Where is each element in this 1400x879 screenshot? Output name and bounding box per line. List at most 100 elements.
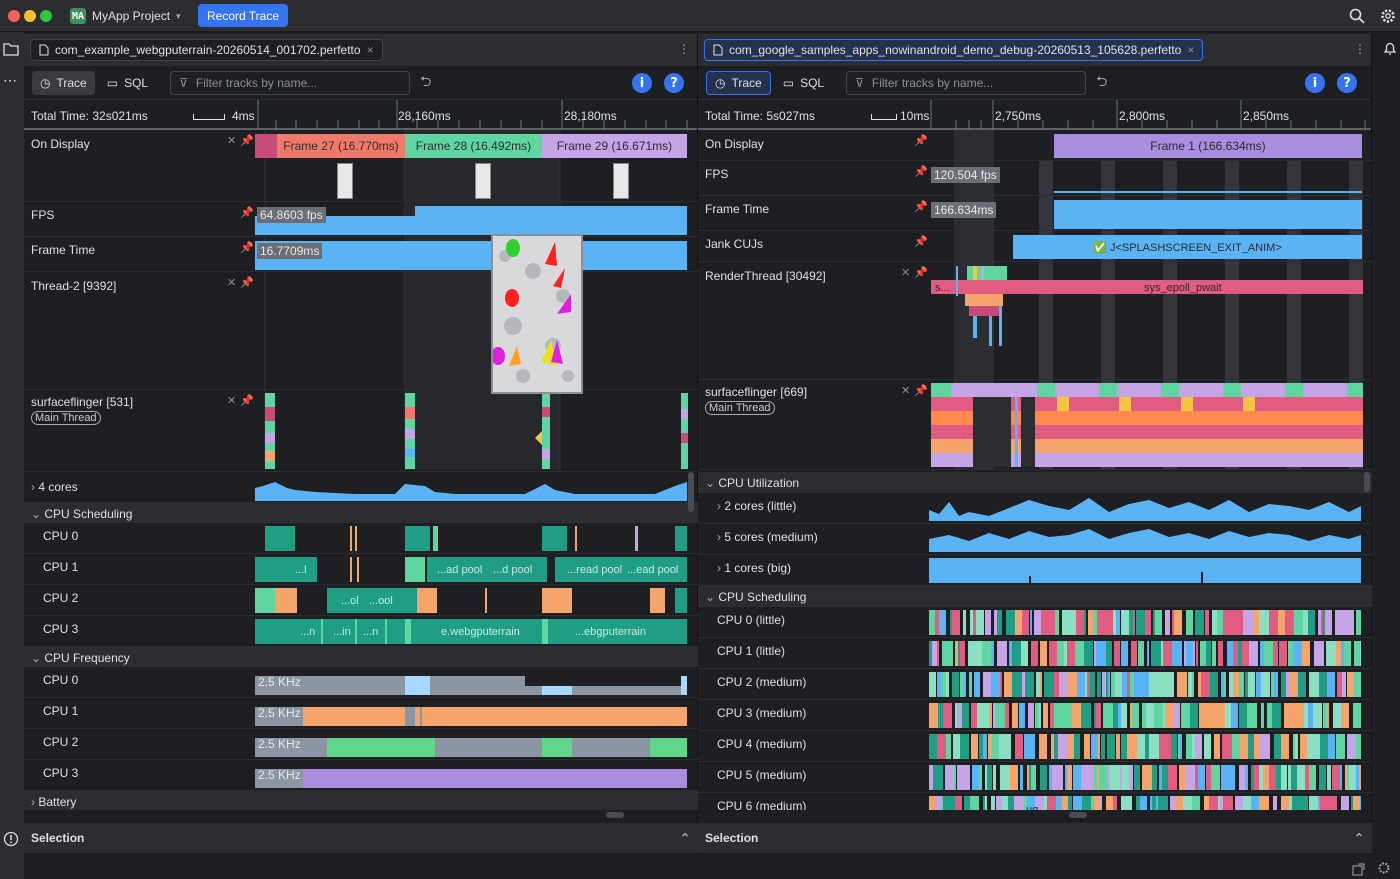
frame-28-slice[interactable]: Frame 28 (16.492ms) <box>405 134 542 158</box>
left-splitter-handle[interactable] <box>606 812 624 818</box>
pin-icon[interactable]: 📌 <box>240 134 254 147</box>
cpu-sched-row[interactable]: CPU 0 <box>24 523 698 554</box>
cpu-utilization-group[interactable]: ⌄ CPU Utilization <box>698 472 1372 493</box>
close-tab-icon[interactable]: × <box>367 43 374 57</box>
frame-thumbnail[interactable] <box>613 163 629 199</box>
r-on-display-track[interactable]: On Display 📌 Frame 1 (166.634ms) <box>698 130 1372 161</box>
right-info-icon[interactable]: i <box>1305 73 1325 93</box>
pin-icon[interactable]: 📌 <box>240 394 254 407</box>
left-trace-button[interactable]: ◷ Trace <box>32 70 95 95</box>
r-cpu-sched-row[interactable]: CPU 0 (little) <box>698 607 1372 638</box>
render-thread-track[interactable]: RenderThread [30492] ✕ 📌 s... sys_epoll_p… <box>698 262 1372 380</box>
close-tab-icon[interactable]: × <box>1187 43 1194 57</box>
r-cpu-sched-row[interactable]: CPU 6 (medium) ...ug <box>698 793 1372 810</box>
cpu-sched-row[interactable]: CPU 1 ...l ...ad pool ...d pool ...read … <box>24 554 698 585</box>
cores-track[interactable]: › 4 cores <box>24 472 698 503</box>
remove-track-icon[interactable]: ✕ <box>901 384 910 397</box>
cpu-frequency-group[interactable]: ⌄ CPU Frequency <box>24 647 698 667</box>
splashscreen-jank-slice[interactable]: ✅ J<SPLASHSCREEN_EXIT_ANIM> <box>1013 235 1362 259</box>
remove-track-icon[interactable]: ✕ <box>227 394 236 407</box>
frame-29-slice[interactable]: Frame 29 (16.671ms) <box>542 134 687 158</box>
right-scrollbar[interactable] <box>1364 472 1370 492</box>
chevron-up-icon[interactable]: ⌃ <box>680 831 690 845</box>
frame-27-slice[interactable]: Frame 27 (16.770ms) <box>277 134 405 158</box>
more-icon[interactable]: ⋯ <box>3 72 17 89</box>
left-sql-button[interactable]: ▭ SQL <box>99 71 156 95</box>
r-cpu-sched-row[interactable]: CPU 5 (medium) <box>698 762 1372 793</box>
expand-icon[interactable] <box>1352 862 1366 876</box>
right-reset-icon[interactable]: ⮌ <box>1096 71 1107 95</box>
cpu-sched-row[interactable]: CPU 3 ...n ...in ...n e.webgputerrain ..… <box>24 616 698 647</box>
on-display-track[interactable]: On Display ✕ 📌 Frame 27 (16.770ms) Frame … <box>24 130 698 202</box>
cpu-freq-row[interactable]: CPU 2 2.5 KHz <box>24 729 698 760</box>
jank-cujs-track[interactable]: Jank CUJs 📌 ✅ J<SPLASHSCREEN_EXIT_ANIM> <box>698 231 1372 262</box>
left-filter-input[interactable]: ⊽ Filter tracks by name... <box>170 70 411 95</box>
pin-icon[interactable]: 📌 <box>914 200 928 213</box>
notifications-icon[interactable] <box>1382 40 1398 56</box>
right-sql-button[interactable]: ▭ SQL <box>775 71 832 95</box>
pin-icon[interactable]: 📌 <box>914 235 928 248</box>
right-splitter-handle[interactable] <box>1069 812 1087 818</box>
r-cpu-sched-row[interactable]: CPU 1 (little) <box>698 638 1372 669</box>
minimize-window-button[interactable] <box>24 10 36 22</box>
frame-slice[interactable] <box>255 134 277 158</box>
util-row[interactable]: › 2 cores (little) <box>698 493 1372 524</box>
frame-1-slice[interactable]: Frame 1 (166.634ms) <box>1054 134 1362 158</box>
record-trace-button[interactable]: Record Trace <box>198 4 288 27</box>
chevron-up-icon[interactable]: ⌃ <box>1354 831 1364 845</box>
project-selector[interactable]: MA MyApp Project ▾ <box>70 6 181 26</box>
right-trace-tab[interactable]: com_google_samples_apps_nowinandroid_dem… <box>704 39 1204 61</box>
left-trace-tab[interactable]: com_example_webgputerrain-20260514_00170… <box>30 39 383 61</box>
r-frame-time-track[interactable]: Frame Time 📌 166.634ms <box>698 196 1372 231</box>
r-cpu-sched-row[interactable]: CPU 4 (medium) <box>698 731 1372 762</box>
fps-track[interactable]: FPS 📌 64.8603 fps <box>24 202 698 237</box>
settings-icon[interactable] <box>1377 861 1391 875</box>
right-filter-input[interactable]: ⊽ Filter tracks by name... <box>846 70 1087 95</box>
cpu-sched-row[interactable]: CPU 2 ...ol ...ool <box>24 585 698 616</box>
problems-icon[interactable] <box>3 831 19 847</box>
frame-preview-popup[interactable] <box>491 234 583 394</box>
pin-icon[interactable]: 📌 <box>914 266 928 279</box>
surfaceflinger-track[interactable]: surfaceflinger [531] Main Thread ✕ 📌 <box>24 390 698 472</box>
left-tab-menu-icon[interactable]: ⋮ <box>678 42 690 56</box>
util-row[interactable]: › 5 cores (medium) <box>698 524 1372 555</box>
search-icon[interactable] <box>1349 8 1365 24</box>
pin-icon[interactable]: 📌 <box>240 241 254 254</box>
left-help-icon[interactable]: ? <box>664 73 684 93</box>
cpu-freq-row[interactable]: CPU 0 2.5 KHz <box>24 667 698 698</box>
pin-icon[interactable]: 📌 <box>914 165 928 178</box>
gear-icon[interactable] <box>1380 8 1396 24</box>
cpu-scheduling-group[interactable]: ⌄ CPU Scheduling <box>24 503 698 523</box>
r-fps-track[interactable]: FPS 📌 120.504 fps <box>698 161 1372 196</box>
left-selection-bar[interactable]: Selection ⌃ <box>24 823 698 853</box>
close-window-button[interactable] <box>8 10 20 22</box>
folder-icon[interactable] <box>3 42 19 56</box>
zoom-window-button[interactable] <box>40 10 52 22</box>
r-cpu-sched-row[interactable]: CPU 2 (medium) <box>698 669 1372 700</box>
right-trace-button[interactable]: ◷ Trace <box>706 70 771 95</box>
frame-thumbnail[interactable] <box>337 163 353 199</box>
left-reset-icon[interactable]: ⮌ <box>420 71 431 95</box>
r-cpu-sched-row[interactable]: CPU 3 (medium) <box>698 700 1372 731</box>
util-row[interactable]: › 1 cores (big) <box>698 555 1372 586</box>
pin-icon[interactable]: 📌 <box>240 276 254 289</box>
right-help-icon[interactable]: ? <box>1337 73 1357 93</box>
frame-thumbnail[interactable] <box>475 163 491 199</box>
left-scrollbar[interactable] <box>688 472 694 512</box>
r-cpu-scheduling-group[interactable]: ⌄ CPU Scheduling <box>698 586 1372 607</box>
right-selection-bar[interactable]: Selection ⌃ <box>698 823 1372 853</box>
thread2-track[interactable]: Thread-2 [9392] ✕ 📌 <box>24 272 698 390</box>
remove-track-icon[interactable]: ✕ <box>901 266 910 279</box>
remove-track-icon[interactable]: ✕ <box>227 276 236 289</box>
pin-icon[interactable]: 📌 <box>914 384 928 397</box>
right-tab-menu-icon[interactable]: ⋮ <box>1354 42 1366 56</box>
remove-track-icon[interactable]: ✕ <box>227 134 236 147</box>
left-info-icon[interactable]: i <box>632 73 652 93</box>
battery-group[interactable]: › Battery <box>24 791 698 810</box>
pin-icon[interactable]: 📌 <box>240 206 254 219</box>
cpu-freq-row[interactable]: CPU 1 2.5 KHz <box>24 698 698 729</box>
cpu-freq-row[interactable]: CPU 3 2.5 KHz <box>24 760 698 791</box>
frame-time-track[interactable]: Frame Time 📌 16.7709ms <box>24 237 698 272</box>
r-surfaceflinger-track[interactable]: surfaceflinger [669] Main Thread ✕ 📌 sys_… <box>698 380 1372 470</box>
pin-icon[interactable]: 📌 <box>914 134 928 147</box>
